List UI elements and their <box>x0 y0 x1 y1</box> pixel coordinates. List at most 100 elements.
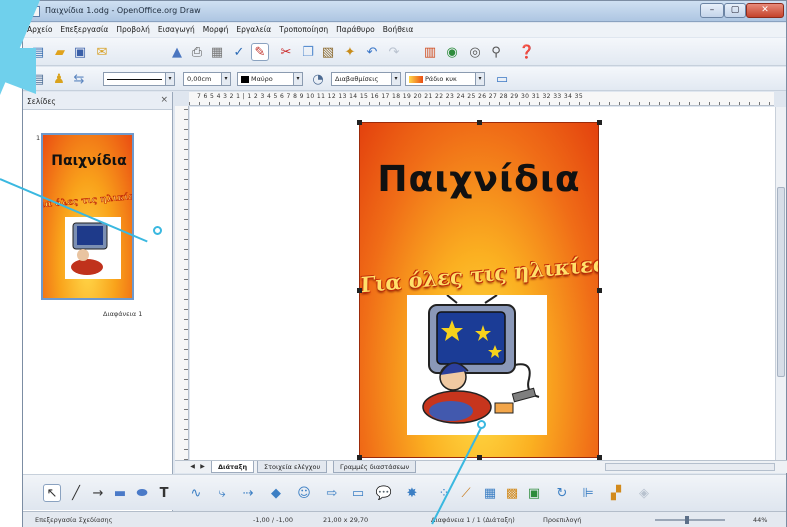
close-button[interactable]: ✕ <box>746 3 784 18</box>
vertical-ruler[interactable] <box>175 106 189 460</box>
paste-icon[interactable]: ▧ <box>319 43 337 61</box>
zoom-slider[interactable] <box>655 519 725 521</box>
status-page[interactable]: Διαφάνεια 1 / 1 (Διάταξη) <box>431 516 515 524</box>
selection-handle[interactable] <box>597 120 602 125</box>
clipart-image[interactable] <box>407 294 547 435</box>
tab-dimension-lines[interactable]: Γραμμές διαστάσεων <box>333 461 417 473</box>
menu-format[interactable]: Μορφή <box>199 23 233 34</box>
drawing-toolbar: ↖ ╱ → ▬ ⬬ T ∿ ⤷ ⇢ ◆ ☺ ⇨ ▭ 💬 ✸ ⁘ ⟋ ▦ ▩ ▣ … <box>23 474 786 510</box>
preview-icon[interactable]: ▦ <box>208 43 226 61</box>
align-icon[interactable]: ⊫ <box>579 484 597 502</box>
svg-text:Για όλες τις ηλικίες!: Για όλες τις ηλικίες! <box>43 190 134 210</box>
image-icon[interactable]: ▩ <box>503 484 521 502</box>
pdf-icon[interactable]: ▲ <box>168 43 186 61</box>
save-icon[interactable]: ▣ <box>71 43 89 61</box>
menu-view[interactable]: Προβολή <box>112 23 154 34</box>
line-properties-icon[interactable]: ♟ <box>50 70 68 88</box>
selection-handle[interactable] <box>357 120 362 125</box>
symbol-shapes-icon[interactable]: ☺ <box>295 484 313 502</box>
menu-window[interactable]: Παράθυρο <box>332 23 379 34</box>
status-size: 21,00 x 29,70 <box>323 516 369 524</box>
line-style-select[interactable]: ▾ <box>103 72 175 86</box>
connector-icon[interactable]: ⤷ <box>213 484 231 502</box>
slide-title[interactable]: Παιχνίδια <box>360 159 598 200</box>
mail-icon[interactable]: ✉ <box>93 43 111 61</box>
status-zoom[interactable]: 44% <box>753 516 767 524</box>
slide-page[interactable]: Παιχνίδια Για όλες τις ηλικίες! <box>359 122 599 458</box>
open-icon[interactable]: ▰ <box>51 43 69 61</box>
rectangle-icon[interactable]: ▬ <box>111 484 129 502</box>
area-style-value: Διαβαθμίσεις <box>335 75 379 83</box>
area-style-select[interactable]: Διαβαθμίσεις ▾ <box>331 72 401 86</box>
callouts-icon[interactable]: 💬 <box>375 484 393 502</box>
ruler-numbers: 7 6 5 4 3 2 1 | 1 2 3 4 5 6 7 8 9 10 11 … <box>197 93 584 100</box>
menu-help[interactable]: Βοήθεια <box>379 23 418 34</box>
stars-icon[interactable]: ✸ <box>403 484 421 502</box>
tab-layout[interactable]: Διάταξη <box>211 461 255 473</box>
slide-subtitle[interactable]: Για όλες τις ηλικίες! <box>360 250 598 297</box>
area-fill-select[interactable]: Ράδιο κυκ ▾ <box>405 72 485 86</box>
lines-arrows-icon[interactable]: ⇢ <box>239 484 257 502</box>
cut-icon[interactable]: ✂ <box>277 43 295 61</box>
gallery-icon[interactable]: ◎ <box>466 43 484 61</box>
clone-icon[interactable]: ✦ <box>341 43 359 61</box>
arrange-icon[interactable]: ▞ <box>607 484 625 502</box>
block-arrows-icon[interactable]: ⇨ <box>323 484 341 502</box>
vertical-scrollbar[interactable] <box>775 107 786 460</box>
minimize-button[interactable]: – <box>700 3 724 18</box>
area-icon[interactable]: ◔ <box>309 70 327 88</box>
menu-insert[interactable]: Εισαγωγή <box>154 23 199 34</box>
zoom-slider-handle[interactable] <box>685 516 689 524</box>
screenshot-stage: Παιχνίδια 1.odg - OpenOffice.org Draw – … <box>0 0 787 527</box>
horizontal-ruler[interactable]: 7 6 5 4 3 2 1 | 1 2 3 4 5 6 7 8 9 10 11 … <box>189 92 774 106</box>
extrusion-icon[interactable]: ▣ <box>525 484 543 502</box>
slides-panel-title: Σελίδες <box>27 97 56 106</box>
shadow-icon[interactable]: ▭ <box>493 70 511 88</box>
print-icon[interactable]: ⎙ <box>188 43 206 61</box>
ellipse-icon[interactable]: ⬬ <box>133 484 151 502</box>
pointer-icon[interactable]: ↖ <box>43 484 61 502</box>
curve-icon[interactable]: ∿ <box>187 484 205 502</box>
undo-icon[interactable]: ↶ <box>363 43 381 61</box>
zoom-icon[interactable]: ⚲ <box>487 43 505 61</box>
slides-panel-header: Σελίδες × <box>23 92 172 110</box>
standard-toolbar: ▤ ▰ ▣ ✉ ▲ ⎙ ▦ ✓ ✎ ✂ ❐ ▧ ✦ ↶ ↷ ▥ ◉ ◎ ⚲ ❓ <box>23 38 786 66</box>
spellcheck-icon[interactable]: ✓ <box>230 43 248 61</box>
text-icon[interactable]: T <box>155 484 173 502</box>
flowchart-icon[interactable]: ▭ <box>349 484 367 502</box>
autospell-icon[interactable]: ✎ <box>251 43 269 61</box>
copy-icon[interactable]: ❐ <box>299 43 317 61</box>
selection-handle[interactable] <box>357 288 362 293</box>
arrow-icon[interactable]: → <box>89 484 107 502</box>
rotate-icon[interactable]: ↻ <box>553 484 571 502</box>
line-icon[interactable]: ╱ <box>67 484 85 502</box>
menu-edit[interactable]: Επεξεργασία <box>56 23 112 34</box>
line-color-select[interactable]: Μαύρο ▾ <box>237 72 303 86</box>
selection-handle[interactable] <box>597 288 602 293</box>
first-tab-icon[interactable]: ◀ <box>189 463 196 471</box>
scrollbar-thumb[interactable] <box>777 187 785 377</box>
selection-handle[interactable] <box>477 120 482 125</box>
navigator-icon[interactable]: ◉ <box>443 43 461 61</box>
basic-shapes-icon[interactable]: ◆ <box>267 484 285 502</box>
arrow-style-icon[interactable]: ⇆ <box>70 70 88 88</box>
help-icon[interactable]: ❓ <box>518 43 536 61</box>
last-tab-icon[interactable]: ▶ <box>199 463 206 471</box>
menu-tools[interactable]: Εργαλεία <box>232 23 275 34</box>
tab-controls[interactable]: Στοιχεία ελέγχου <box>257 461 328 473</box>
3d-icon[interactable]: ◈ <box>635 484 653 502</box>
svg-text:Παιχνίδια: Παιχνίδια <box>51 153 127 169</box>
line-width-field[interactable]: 0,00cm ▾ <box>183 72 231 86</box>
redo-icon[interactable]: ↷ <box>385 43 403 61</box>
horizontal-scrollbar[interactable] <box>605 463 775 471</box>
fontwork-icon[interactable]: ▦ <box>481 484 499 502</box>
close-icon[interactable]: × <box>160 95 168 105</box>
maximize-button[interactable]: ▢ <box>724 3 746 18</box>
clipart-drawing <box>422 294 540 424</box>
title-bar[interactable]: Παιχνίδια 1.odg - OpenOffice.org Draw – … <box>23 1 786 22</box>
chevron-down-icon: ▾ <box>475 73 484 85</box>
glue-icon[interactable]: ⟋ <box>457 484 475 502</box>
chart-icon[interactable]: ▥ <box>421 43 439 61</box>
menu-modify[interactable]: Τροποποίηση <box>275 23 332 34</box>
chevron-down-icon: ▾ <box>391 73 400 85</box>
